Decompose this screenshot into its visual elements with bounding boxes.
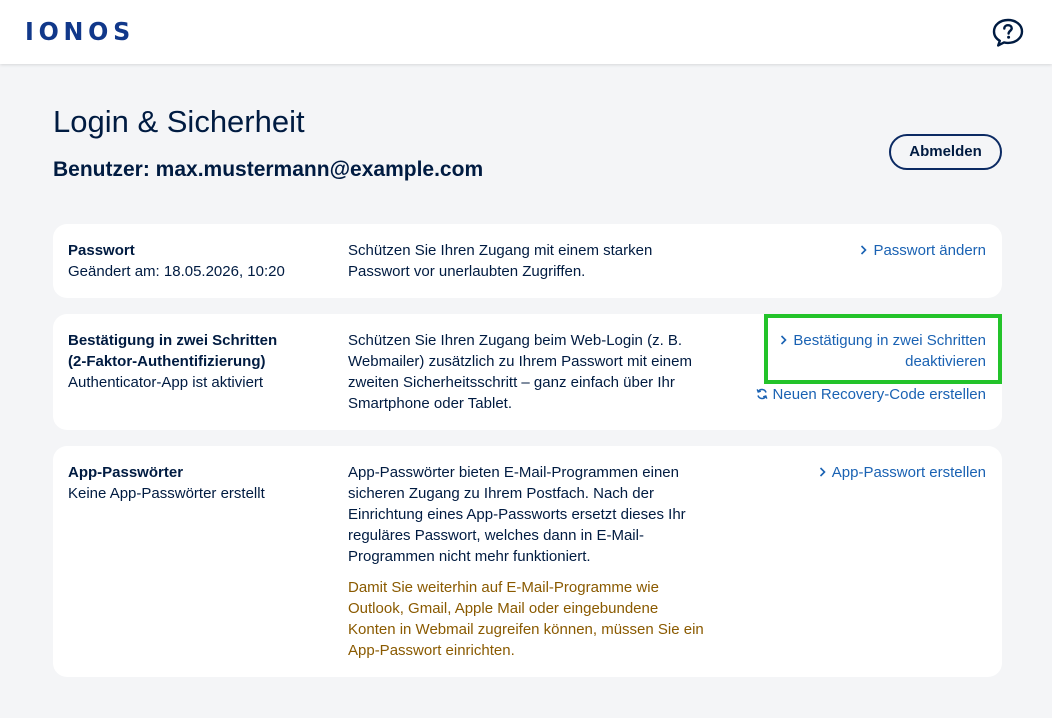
two-factor-title-sub: (2-Faktor-Authentifizierung) <box>68 353 266 370</box>
create-app-password-label: App-Passwort erstellen <box>831 464 986 481</box>
chevron-right-icon <box>781 335 788 345</box>
two-factor-description: Schützen Sie Ihren Zugang beim Web-Login… <box>348 332 692 412</box>
help-chat-icon[interactable] <box>991 16 1025 48</box>
two-factor-info: Bestätigung in zwei Schritten (2-Faktor-… <box>68 330 328 393</box>
change-password-label: Passwort ändern <box>873 242 986 259</box>
password-info: Passwort Geändert am: 18.05.2026, 10:20 <box>68 240 328 282</box>
chevron-right-icon <box>861 245 868 255</box>
app-passwords-title: App-Passwörter <box>68 464 184 481</box>
password-actions: Passwort ändern <box>746 240 986 261</box>
app-passwords-notice: Damit Sie weiterhin auf E-Mail-Programme… <box>348 579 704 659</box>
two-factor-status: Authenticator-App ist aktiviert <box>68 374 264 391</box>
app-passwords-description: App-Passwörter bieten E-Mail-Programmen … <box>348 464 686 565</box>
password-card: Passwort Geändert am: 18.05.2026, 10:20 … <box>53 224 1002 298</box>
current-user: Benutzer: max.mustermann@example.com <box>53 158 484 181</box>
app-passwords-status: Keine App-Passwörter erstellt <box>68 485 265 502</box>
two-factor-title: Bestätigung in zwei Schritten <box>68 332 278 349</box>
logout-button[interactable]: Abmelden <box>889 134 1002 170</box>
ionos-logo[interactable]: IONOS <box>25 17 135 47</box>
new-recovery-code-label: Neuen Recovery-Code erstellen <box>772 386 986 403</box>
disable-two-factor-link-line1[interactable]: Bestätigung in zwei Schritten <box>780 332 986 349</box>
password-changed-date: Geändert am: 18.05.2026, 10:20 <box>68 263 285 280</box>
recovery-code-action: Neuen Recovery-Code erstellen <box>726 384 986 405</box>
chevron-right-icon <box>819 467 826 477</box>
new-recovery-code-link[interactable]: Neuen Recovery-Code erstellen <box>756 386 986 403</box>
disable-two-factor-label-line2[interactable]: deaktivieren <box>905 353 986 370</box>
app-passwords-info: App-Passwörter Keine App-Passwörter erst… <box>68 462 328 504</box>
password-description: Schützen Sie Ihren Zugang mit einem star… <box>348 242 653 280</box>
two-factor-card: Bestätigung in zwei Schritten (2-Faktor-… <box>53 314 1002 430</box>
app-passwords-actions: App-Passwort erstellen <box>746 462 986 483</box>
password-title: Passwort <box>68 242 135 259</box>
disable-two-factor-label-line1: Bestätigung in zwei Schritten <box>793 332 986 349</box>
change-password-link[interactable]: Passwort ändern <box>860 242 986 259</box>
top-header: IONOS <box>0 0 1052 64</box>
page-title: Login & Sicherheit <box>53 104 305 139</box>
refresh-icon <box>756 388 768 400</box>
disable-two-factor-link[interactable]: Bestätigung in zwei Schritten deaktivier… <box>756 330 986 372</box>
create-app-password-link[interactable]: App-Passwort erstellen <box>819 464 986 481</box>
app-passwords-card: App-Passwörter Keine App-Passwörter erst… <box>53 446 1002 677</box>
app-passwords-text: App-Passwörter bieten E-Mail-Programmen … <box>348 462 708 661</box>
